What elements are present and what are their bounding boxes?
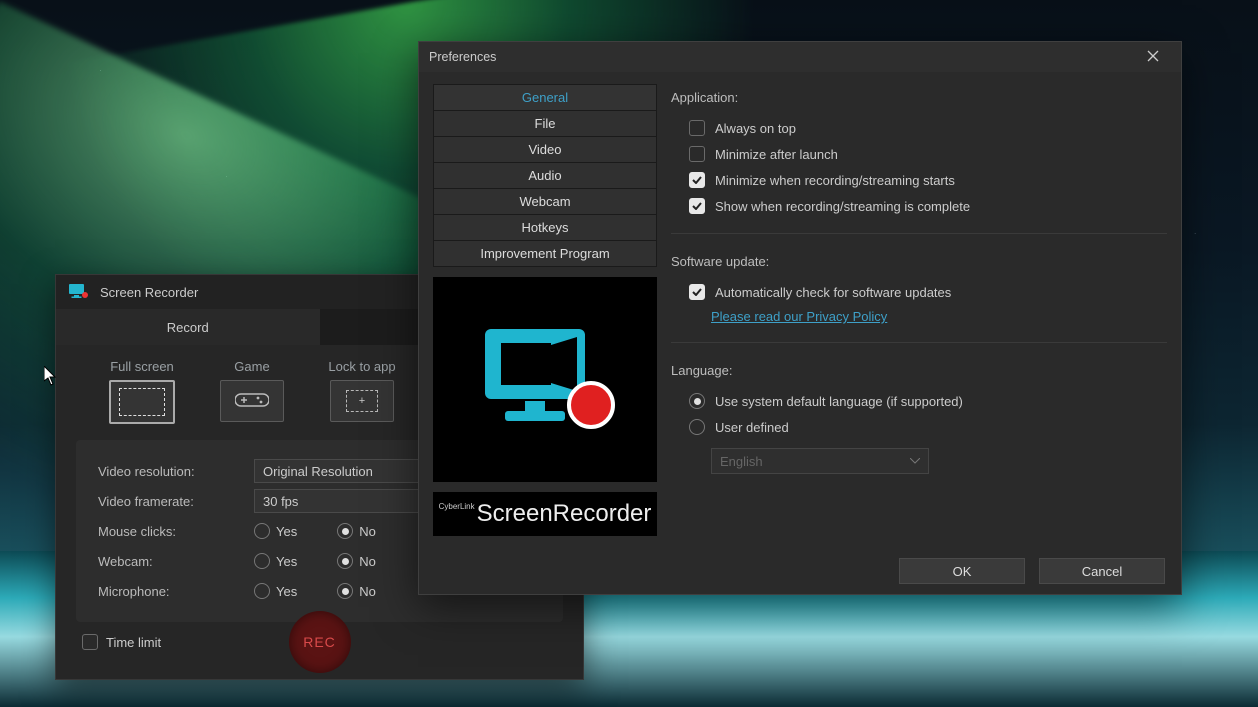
close-button[interactable]	[1135, 45, 1171, 69]
preferences-nav: General File Video Audio Webcam Hotkeys …	[433, 84, 657, 267]
mouseclicks-label: Mouse clicks:	[98, 524, 254, 539]
product-logo	[433, 277, 657, 482]
resolution-label: Video resolution:	[98, 464, 254, 479]
mode-label: Lock to app	[322, 359, 402, 374]
user-defined-language-label: User defined	[715, 420, 789, 435]
privacy-policy-link[interactable]: Please read our Privacy Policy	[711, 309, 887, 324]
microphone-yes-radio[interactable]: Yes	[254, 583, 297, 599]
nav-file[interactable]: File	[434, 111, 656, 137]
nav-video[interactable]: Video	[434, 137, 656, 163]
section-application: Application:	[671, 90, 1167, 105]
framerate-label: Video framerate:	[98, 494, 254, 509]
mode-lock-to-app[interactable]: Lock to app +	[322, 359, 402, 424]
dialog-titlebar[interactable]: Preferences	[419, 42, 1181, 72]
time-limit-label: Time limit	[106, 635, 161, 650]
webcam-no-radio[interactable]: No	[337, 553, 376, 569]
close-icon	[1147, 50, 1159, 65]
microphone-label: Microphone:	[98, 584, 254, 599]
chevron-down-icon	[910, 458, 920, 464]
microphone-no-radio[interactable]: No	[337, 583, 376, 599]
auto-check-updates-label: Automatically check for software updates	[715, 285, 951, 300]
section-software-update: Software update:	[671, 254, 1167, 269]
show-when-complete-checkbox[interactable]	[689, 198, 705, 214]
mode-label: Full screen	[102, 359, 182, 374]
lock-to-app-icon: +	[346, 390, 378, 412]
minimize-after-launch-label: Minimize after launch	[715, 147, 838, 162]
dialog-title: Preferences	[429, 50, 496, 64]
preferences-dialog: Preferences General File Video Audio Web…	[418, 41, 1182, 595]
user-defined-language-radio[interactable]	[689, 419, 705, 435]
webcam-label: Webcam:	[98, 554, 254, 569]
auto-check-updates-checkbox[interactable]	[689, 284, 705, 300]
nav-audio[interactable]: Audio	[434, 163, 656, 189]
minimize-after-launch-checkbox[interactable]	[689, 146, 705, 162]
language-select[interactable]: English	[711, 448, 929, 474]
tab-record[interactable]: Record	[56, 309, 320, 345]
gamepad-icon	[235, 390, 269, 413]
minimize-on-start-checkbox[interactable]	[689, 172, 705, 188]
app-title: Screen Recorder	[100, 285, 198, 300]
mode-label: Game	[212, 359, 292, 374]
use-system-language-label: Use system default language (if supporte…	[715, 394, 963, 409]
mode-fullscreen[interactable]: Full screen	[102, 359, 182, 424]
preferences-general-pane: Application: Always on top Minimize afte…	[671, 84, 1167, 536]
always-on-top-label: Always on top	[715, 121, 796, 136]
nav-general[interactable]: General	[434, 85, 656, 111]
mouse-cursor-icon	[44, 366, 58, 389]
webcam-yes-radio[interactable]: Yes	[254, 553, 297, 569]
cancel-button[interactable]: Cancel	[1039, 558, 1165, 584]
minimize-on-start-label: Minimize when recording/streaming starts	[715, 173, 955, 188]
always-on-top-checkbox[interactable]	[689, 120, 705, 136]
dialog-footer: OK Cancel	[419, 548, 1181, 594]
product-brand-text: CyberLink ScreenRecorder	[433, 492, 657, 536]
record-button[interactable]: REC	[289, 611, 351, 673]
app-logo-icon	[68, 283, 90, 301]
mouseclicks-no-radio[interactable]: No	[337, 523, 376, 539]
show-when-complete-label: Show when recording/streaming is complet…	[715, 199, 970, 214]
section-language: Language:	[671, 363, 1167, 378]
mouseclicks-yes-radio[interactable]: Yes	[254, 523, 297, 539]
time-limit-checkbox[interactable]: Time limit	[82, 634, 161, 650]
fullscreen-icon	[119, 388, 165, 416]
ok-button[interactable]: OK	[899, 558, 1025, 584]
nav-improvement-program[interactable]: Improvement Program	[434, 241, 656, 266]
use-system-language-radio[interactable]	[689, 393, 705, 409]
mode-game[interactable]: Game	[212, 359, 292, 424]
nav-webcam[interactable]: Webcam	[434, 189, 656, 215]
nav-hotkeys[interactable]: Hotkeys	[434, 215, 656, 241]
